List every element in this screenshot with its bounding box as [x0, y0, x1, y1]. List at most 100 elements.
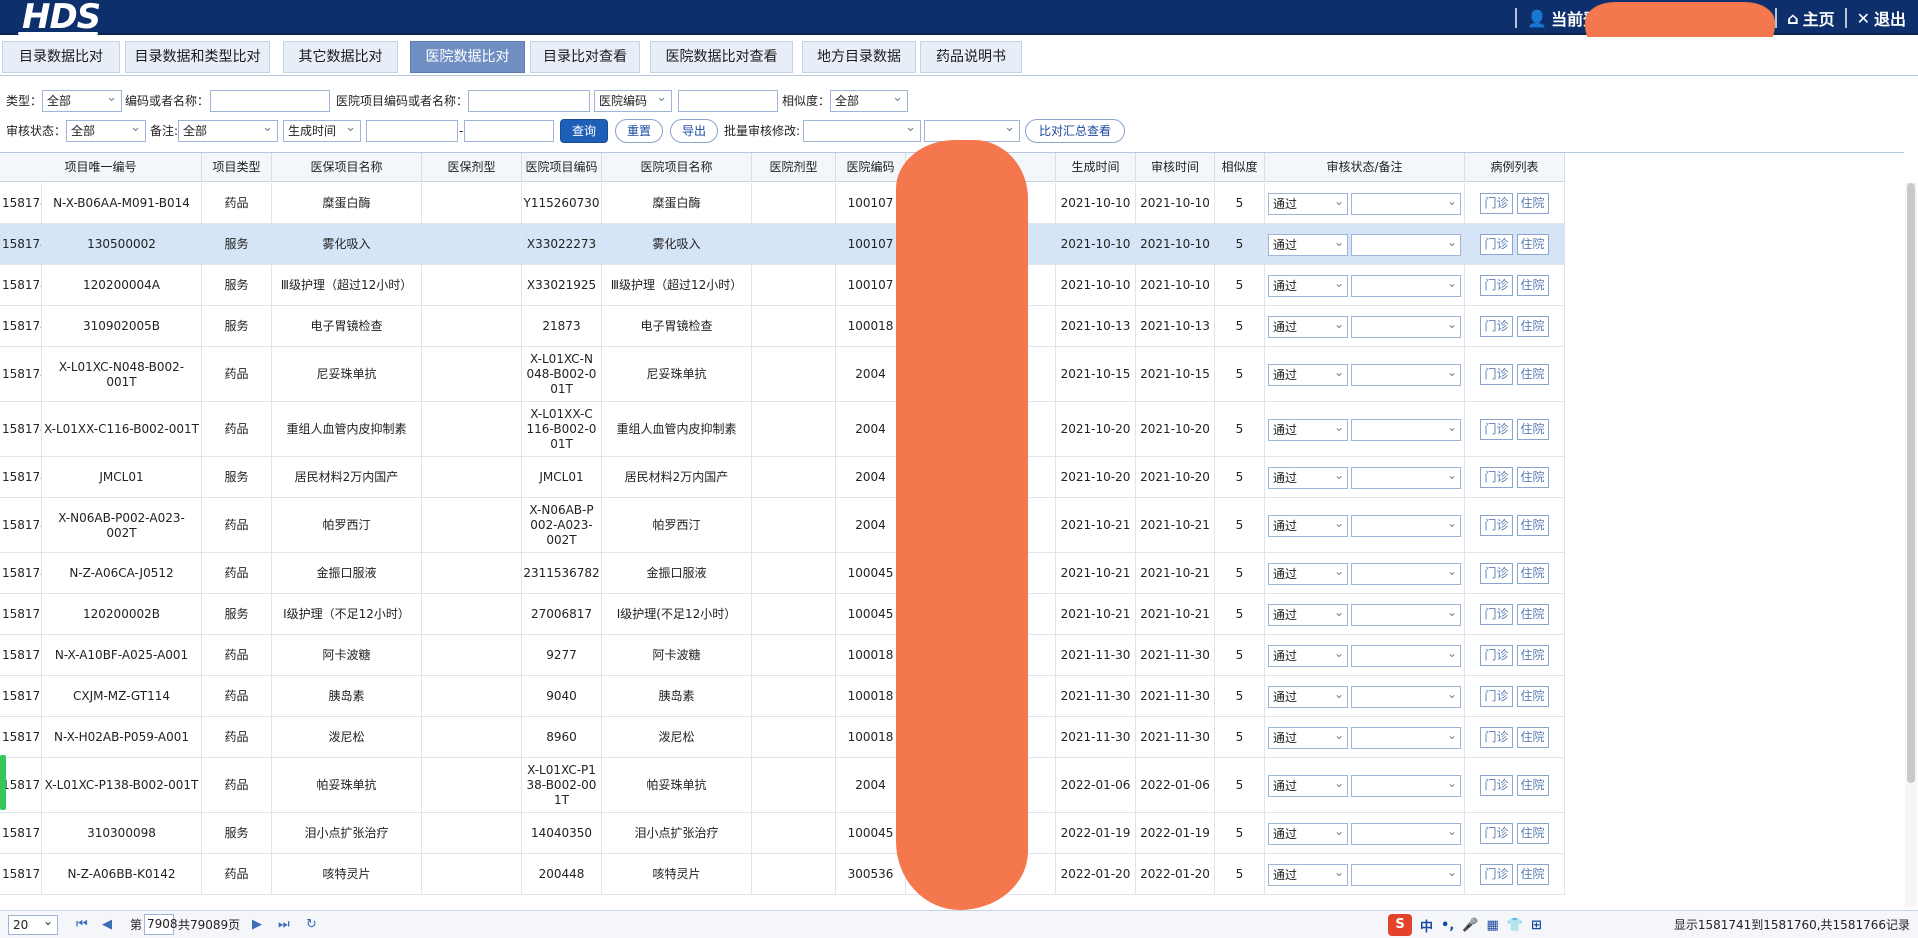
- outpatient-button[interactable]: 门诊: [1480, 275, 1513, 296]
- outpatient-button[interactable]: 门诊: [1480, 775, 1513, 796]
- remark-select[interactable]: [1351, 773, 1461, 797]
- audit-status-select[interactable]: 通过: [1268, 362, 1348, 386]
- column-header[interactable]: 审核时间: [1136, 153, 1215, 182]
- table-row[interactable]: 158174 130500002 服务 雾化吸入 X33022273 雾化吸入 100107…: [0, 224, 1565, 265]
- outpatient-button[interactable]: 门诊: [1480, 864, 1513, 885]
- table-row[interactable]: 158174 N-Z-A06CA-J0512 药品 金振口服液 2311536782 金振…: [0, 553, 1565, 594]
- inpatient-button[interactable]: 住院: [1516, 823, 1549, 844]
- remark-select[interactable]: [1351, 232, 1461, 256]
- outpatient-button[interactable]: 门诊: [1480, 364, 1513, 385]
- table-row[interactable]: 158174 X-L01XC-N048-B002-001T 药品 尼妥珠单抗 X-L01…: [0, 347, 1565, 402]
- hospital-code-select[interactable]: 医院编码: [594, 90, 672, 112]
- remark-select[interactable]: [1351, 821, 1461, 845]
- outpatient-button[interactable]: 门诊: [1480, 823, 1513, 844]
- ime-logo-icon[interactable]: S: [1388, 914, 1412, 936]
- audit-status-select[interactable]: 通过: [1268, 232, 1348, 256]
- audit-status-select[interactable]: 通过: [1268, 643, 1348, 667]
- remark-select[interactable]: [1351, 417, 1461, 441]
- audit-status-select[interactable]: 通过: [1268, 561, 1348, 585]
- inpatient-button[interactable]: 住院: [1516, 686, 1549, 707]
- similarity-select[interactable]: 全部: [830, 90, 908, 112]
- skin-icon[interactable]: 👕: [1507, 918, 1523, 933]
- audit-status-select[interactable]: 通过: [1268, 821, 1348, 845]
- page-number-input[interactable]: 7908: [144, 914, 178, 935]
- batch-remark-select[interactable]: [924, 120, 1020, 142]
- tab-hospital-compare[interactable]: 医院数据比对: [410, 41, 525, 73]
- audit-status-select[interactable]: 通过: [1268, 465, 1348, 489]
- table-row[interactable]: 158174X-L01XX-C116-B002-001T药品重组人血管内皮抑制素…: [0, 402, 1565, 457]
- audit-status-select[interactable]: 通过: [1268, 773, 1348, 797]
- inpatient-button[interactable]: 住院: [1516, 563, 1549, 584]
- tab-drug-manual[interactable]: 药品说明书: [920, 41, 1022, 73]
- vertical-scrollbar[interactable]: [1905, 183, 1917, 907]
- audit-status-select[interactable]: 通过: [1268, 602, 1348, 626]
- audit-status-select[interactable]: 通过: [1268, 314, 1348, 338]
- column-header[interactable]: 生成时间: [1056, 153, 1136, 182]
- audit-status-select[interactable]: 全部: [66, 120, 146, 142]
- table-row[interactable]: 158174 X-N06AB-P002-A023-002T 药品 帕罗西汀 X-N06A…: [0, 498, 1565, 553]
- scrollbar-thumb[interactable]: [1907, 183, 1915, 783]
- last-page-icon[interactable]: ⏭: [278, 915, 290, 935]
- column-header[interactable]: 医院项目名称: [602, 153, 752, 182]
- reset-button[interactable]: 重置: [615, 119, 663, 143]
- export-button[interactable]: 导出: [670, 119, 718, 143]
- ime-menu-icon[interactable]: ⊞: [1531, 918, 1542, 933]
- inpatient-button[interactable]: 住院: [1516, 275, 1549, 296]
- query-button[interactable]: 查询: [560, 119, 608, 143]
- remark-select[interactable]: [1351, 725, 1461, 749]
- outpatient-button[interactable]: 门诊: [1480, 316, 1513, 337]
- inpatient-button[interactable]: 住院: [1516, 645, 1549, 666]
- table-row[interactable]: 158175 310300098 服务 泪小点扩张治疗 14040350 泪小点扩张治疗 1…: [0, 813, 1565, 854]
- audit-status-select[interactable]: 通过: [1268, 417, 1348, 441]
- outpatient-button[interactable]: 门诊: [1480, 727, 1513, 748]
- table-row[interactable]: 158174 120200004A 服务 Ⅲ级护理（超过12小时） X33021925 Ⅲ…: [0, 265, 1565, 306]
- inpatient-button[interactable]: 住院: [1516, 364, 1549, 385]
- audit-status-select[interactable]: 通过: [1268, 273, 1348, 297]
- column-header[interactable]: 项目类型: [202, 153, 272, 182]
- remark-select[interactable]: [1351, 643, 1461, 667]
- tab-other-compare[interactable]: 其它数据比对: [283, 41, 398, 73]
- column-header[interactable]: 病例列表: [1465, 153, 1565, 182]
- column-header[interactable]: 医院项目编码: [522, 153, 602, 182]
- type-select[interactable]: 全部: [42, 90, 122, 112]
- inpatient-button[interactable]: 住院: [1516, 419, 1549, 440]
- outpatient-button[interactable]: 门诊: [1480, 234, 1513, 255]
- inpatient-button[interactable]: 住院: [1516, 515, 1549, 536]
- column-header[interactable]: 项目唯一编号: [0, 153, 202, 182]
- next-page-icon[interactable]: ▶: [252, 915, 262, 935]
- table-row[interactable]: 158174 JMCL01 服务 居民材料2万内国产 JMCL01 居民材料2万内国产 20…: [0, 457, 1565, 498]
- remark-select[interactable]: [1351, 362, 1461, 386]
- outpatient-button[interactable]: 门诊: [1480, 419, 1513, 440]
- inpatient-button[interactable]: 住院: [1516, 234, 1549, 255]
- table-row[interactable]: 158175 N-X-A10BF-A025-A001 药品 阿卡波糖 9277 阿卡波糖 1…: [0, 635, 1565, 676]
- column-header[interactable]: 医保项目名称: [272, 153, 422, 182]
- tab-hospital-view[interactable]: 医院数据比对查看: [650, 41, 793, 73]
- summary-button[interactable]: 比对汇总查看: [1025, 119, 1125, 143]
- remark-select[interactable]: [1351, 684, 1461, 708]
- remark-select[interactable]: 全部: [178, 120, 278, 142]
- remark-select[interactable]: [1351, 314, 1461, 338]
- start-date-input[interactable]: [366, 120, 458, 142]
- audit-status-select[interactable]: 通过: [1268, 513, 1348, 537]
- remark-select[interactable]: [1351, 513, 1461, 537]
- remark-select[interactable]: [1351, 191, 1461, 215]
- outpatient-button[interactable]: 门诊: [1480, 686, 1513, 707]
- table-row[interactable]: 158175 120200002B 服务 Ⅰ级护理（不足12小时） 27006817 Ⅰ级…: [0, 594, 1565, 635]
- first-page-icon[interactable]: ⏮: [76, 915, 88, 935]
- home-link[interactable]: ⌂ 主页: [1787, 6, 1834, 30]
- table-row[interactable]: 158175X-L01XC-P138-B002-001T药品帕妥珠单抗X-L01…: [0, 758, 1565, 813]
- inpatient-button[interactable]: 住院: [1516, 864, 1549, 885]
- ime-lang-icon[interactable]: 中: [1420, 916, 1433, 935]
- inpatient-button[interactable]: 住院: [1516, 727, 1549, 748]
- page-size-select[interactable]: 20: [8, 912, 58, 935]
- outpatient-button[interactable]: 门诊: [1480, 645, 1513, 666]
- tab-catalog-type-compare[interactable]: 目录数据和类型比对: [125, 41, 270, 73]
- column-header[interactable]: 医院编码: [836, 153, 906, 182]
- audit-status-select[interactable]: 通过: [1268, 725, 1348, 749]
- column-header[interactable]: 审核状态/备注: [1265, 153, 1465, 182]
- table-row[interactable]: 158175 N-X-H02AB-P059-A001 药品 泼尼松 8960 泼尼松 100…: [0, 717, 1565, 758]
- inpatient-button[interactable]: 住院: [1516, 775, 1549, 796]
- inpatient-button[interactable]: 住院: [1516, 193, 1549, 214]
- microphone-icon[interactable]: 🎤: [1462, 918, 1478, 933]
- code-name-input[interactable]: [210, 90, 330, 112]
